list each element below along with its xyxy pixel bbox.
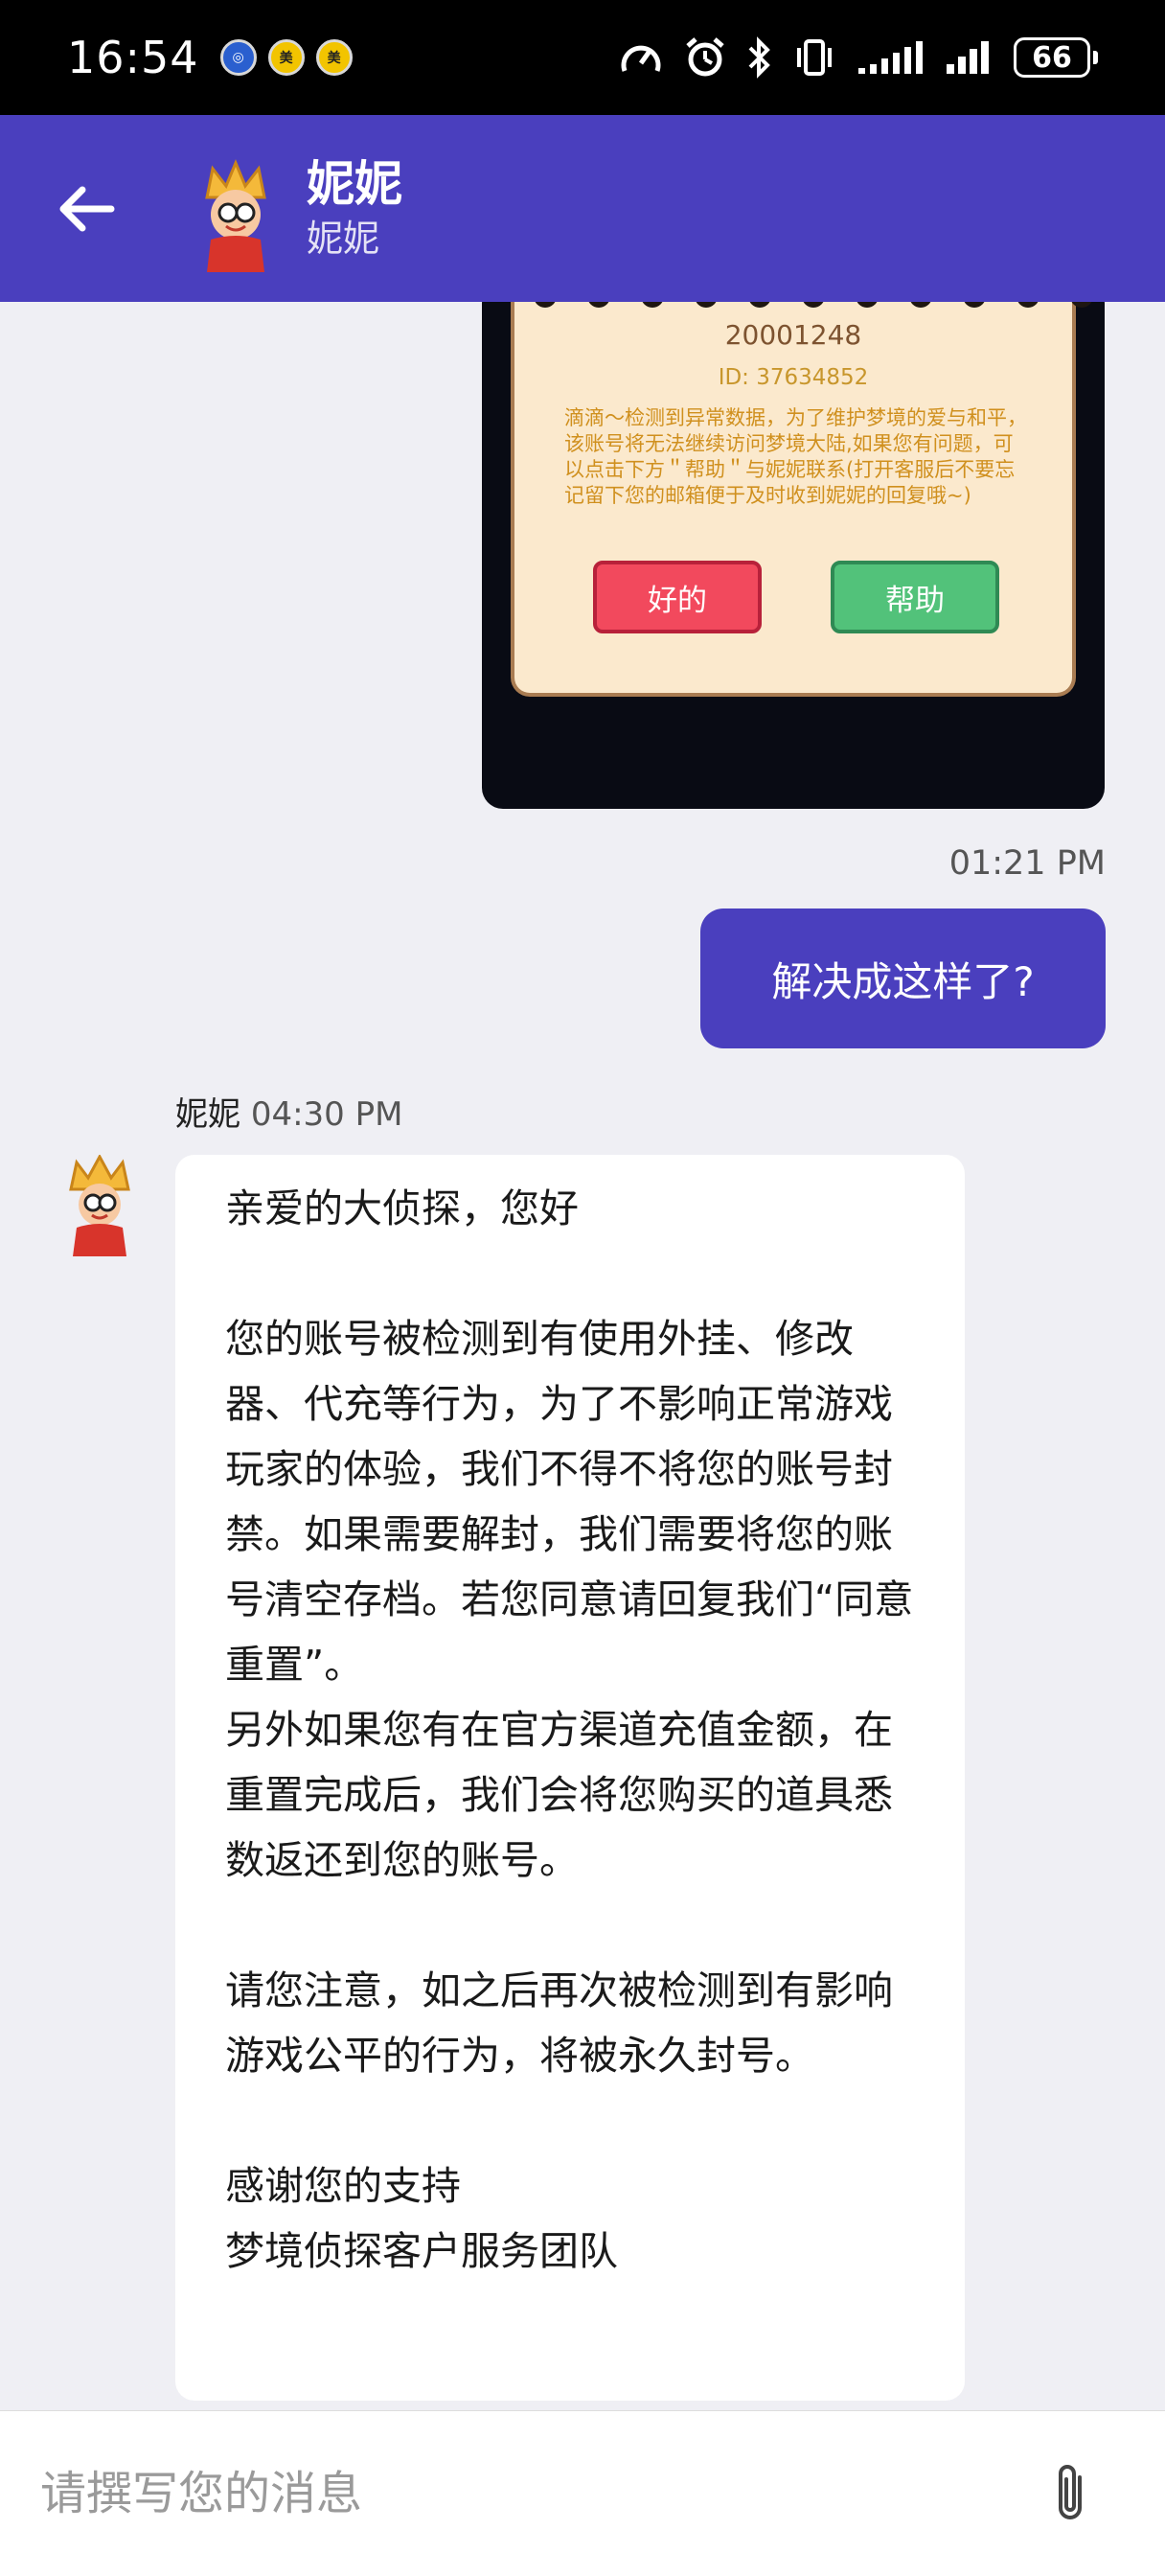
chat-header: 妮妮 妮妮 bbox=[0, 115, 1165, 302]
speed-icon bbox=[619, 38, 663, 77]
battery-icon: 66 bbox=[1014, 37, 1098, 78]
attach-button[interactable] bbox=[1027, 2450, 1113, 2537]
account-id: ID: 37634852 bbox=[718, 365, 869, 390]
image-message[interactable]: 20001248 ID: 37634852 滴滴～检测到异常数据，为了维护梦境的… bbox=[482, 302, 1105, 809]
signal-icon bbox=[857, 39, 924, 76]
back-button[interactable] bbox=[42, 166, 128, 252]
avatar[interactable] bbox=[59, 1153, 140, 1258]
message-time: 01:21 PM bbox=[948, 844, 1106, 883]
chat-area[interactable]: 20001248 ID: 37634852 滴滴～检测到异常数据，为了维护梦境的… bbox=[0, 302, 1165, 2410]
ban-notice-card: 20001248 ID: 37634852 滴滴～检测到异常数据，为了维护梦境的… bbox=[511, 302, 1093, 697]
account-code: 20001248 bbox=[724, 319, 862, 351]
ok-button: 好的 bbox=[593, 561, 762, 633]
message-input[interactable] bbox=[40, 2467, 1027, 2520]
target-icon: ◎ bbox=[219, 39, 257, 76]
meituan-icon: 美 bbox=[315, 39, 353, 76]
message-meta: 妮妮 04:30 PM bbox=[175, 1088, 402, 1135]
incoming-message[interactable]: 亲爱的大侦探，您好 您的账号被检测到有使用外挂、修改器、代充等行为，为了不影响正… bbox=[175, 1155, 965, 2401]
notification-icons: ◎ 美 美 bbox=[219, 39, 353, 76]
help-button: 帮助 bbox=[831, 561, 999, 633]
ban-notice-text: 滴滴～检测到异常数据，为了维护梦境的爱与和平，该账号将无法继续访问梦境大陆,如果… bbox=[564, 406, 1027, 507]
arrow-left-icon bbox=[59, 186, 115, 231]
contact-subtitle: 妮妮 bbox=[307, 217, 380, 260]
avatar[interactable] bbox=[186, 158, 286, 272]
vibrate-icon bbox=[793, 38, 835, 77]
alarm-icon bbox=[684, 36, 726, 79]
paperclip-icon bbox=[1059, 2465, 1082, 2519]
status-bar: 16:54 ◎ 美 美 66 bbox=[0, 0, 1165, 115]
signal-icon bbox=[945, 39, 993, 76]
bluetooth-icon bbox=[747, 36, 772, 79]
message-time: 04:30 PM bbox=[250, 1095, 403, 1134]
status-time: 16:54 bbox=[67, 32, 199, 83]
battery-level: 66 bbox=[1014, 37, 1090, 78]
meituan-icon: 美 bbox=[267, 39, 305, 76]
contact-name: 妮妮 bbox=[307, 155, 402, 212]
notebook-rings bbox=[534, 302, 1093, 308]
sender-name: 妮妮 bbox=[175, 1095, 240, 1134]
system-icons: 66 bbox=[619, 36, 1098, 79]
message-composer bbox=[0, 2410, 1165, 2576]
outgoing-message[interactable]: 解决成这样了? bbox=[700, 908, 1106, 1048]
